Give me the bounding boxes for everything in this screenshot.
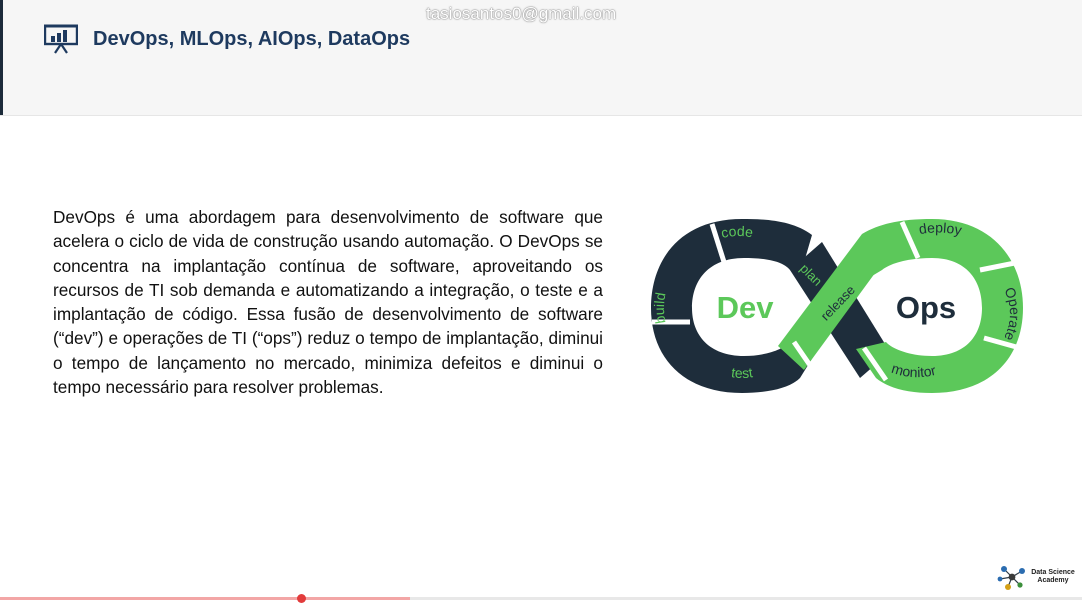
presentation-chart-icon [44,24,78,54]
molecule-icon [997,566,1025,590]
email-watermark: tasiosantos0@gmail.com [426,4,617,23]
dev-label: Dev [717,290,775,325]
devops-infinity-diagram: Dev Ops code build test plan release dep… [651,219,1023,393]
data-science-academy-logo: Data Science Academy [996,563,1076,593]
stage-test-label: test [730,364,753,381]
ops-label: Ops [896,290,956,325]
logo-line-2: Academy [1037,577,1069,584]
logo-text: Data Science Academy [1030,569,1076,585]
logo-line-1: Data Science [1031,569,1075,576]
stage-deploy-label: deploy [918,219,964,238]
stage-build-label: build [651,291,669,325]
playback-scrubber-handle[interactable] [297,594,306,603]
slide-title: DevOps, MLOps, AIOps, DataOps [93,28,411,50]
devops-description: DevOps é uma abordagem para desenvolvime… [53,207,603,398]
slide-edge [0,0,3,115]
